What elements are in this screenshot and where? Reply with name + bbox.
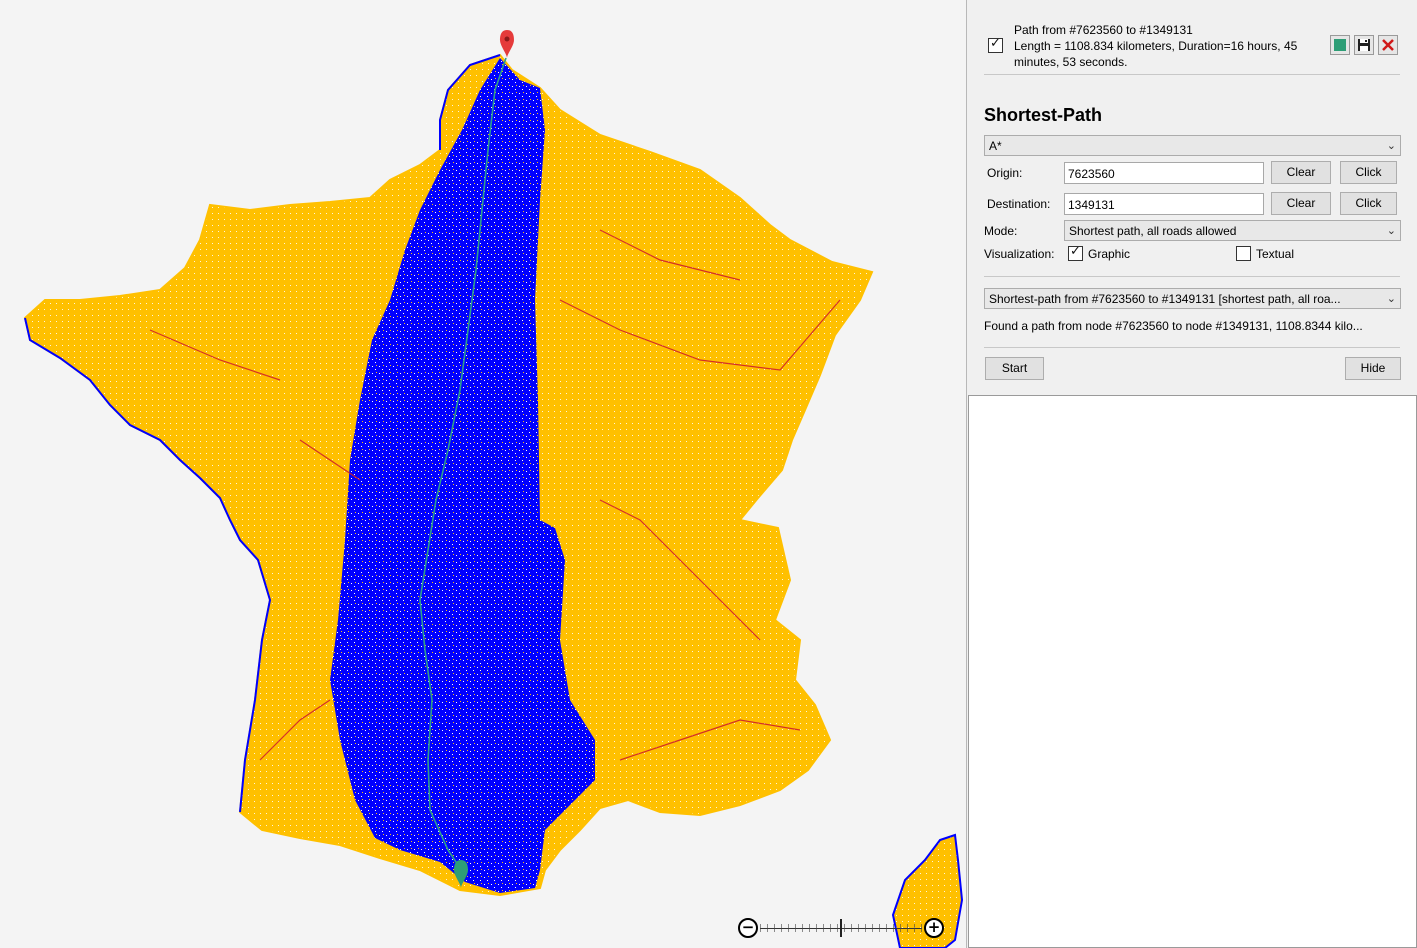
visualization-label: Visualization:	[984, 247, 1055, 261]
graphic-checkbox[interactable]: ✓	[1068, 244, 1083, 261]
mode-select[interactable]: Shortest path, all roads allowed ⌄	[1064, 220, 1401, 241]
origin-click-button[interactable]: Click	[1340, 161, 1397, 184]
textual-checkbox[interactable]	[1236, 246, 1251, 261]
algorithm-select-value: A*	[989, 139, 1002, 153]
origin-marker-icon[interactable]	[500, 30, 514, 58]
map-view[interactable]: − +	[0, 0, 967, 948]
mode-label: Mode:	[984, 224, 1018, 238]
checkmark-icon: ✓	[990, 36, 1001, 51]
chevron-down-icon: ⌄	[1386, 292, 1396, 305]
start-button[interactable]: Start	[985, 357, 1044, 380]
zoom-slider[interactable]: − +	[738, 916, 946, 940]
hide-button[interactable]: Hide	[1345, 357, 1401, 380]
path-result-text: Path from #7623560 to #1349131 Length = …	[1014, 22, 1324, 70]
origin-label: Origin:	[987, 166, 1023, 180]
result-select-value: Shortest-path from #7623560 to #1349131 …	[989, 292, 1341, 306]
status-text: Found a path from node #7623560 to node …	[984, 319, 1363, 333]
path-color-button[interactable]	[1330, 35, 1350, 55]
destination-clear-button[interactable]: Clear	[1271, 192, 1331, 215]
path-save-button[interactable]	[1354, 35, 1374, 55]
graphic-label: Graphic	[1088, 247, 1131, 261]
destination-click-button[interactable]: Click	[1340, 192, 1397, 215]
path-visible-checkbox[interactable]: ✓	[988, 36, 1003, 53]
save-icon	[1358, 39, 1370, 51]
panel-title: Shortest-Path	[984, 105, 1103, 125]
zoom-in-icon[interactable]: +	[924, 918, 944, 938]
destination-label: Destination:	[987, 197, 1051, 211]
path-result-item: ✓ Path from #7623560 to #1349131 Length …	[968, 0, 1417, 76]
side-panel: ✓ Path from #7623560 to #1349131 Length …	[968, 0, 1417, 948]
separator	[984, 74, 1400, 75]
separator	[984, 276, 1400, 277]
mode-select-value: Shortest path, all roads allowed	[1069, 224, 1237, 238]
textual-output-area[interactable]	[968, 395, 1417, 948]
checkmark-icon: ✓	[1070, 244, 1081, 259]
path-result-line2: Length = 1108.834 kilometers, Duration=1…	[1014, 39, 1298, 53]
chevron-down-icon: ⌄	[1386, 224, 1396, 237]
textual-label: Textual	[1256, 247, 1295, 261]
chevron-down-icon: ⌄	[1386, 139, 1396, 152]
result-select[interactable]: Shortest-path from #7623560 to #1349131 …	[984, 288, 1401, 309]
path-result-line3: minutes, 53 seconds.	[1014, 55, 1128, 69]
france-road-map[interactable]	[0, 0, 967, 948]
destination-input[interactable]	[1064, 193, 1264, 215]
zoom-thumb[interactable]	[840, 919, 842, 937]
separator	[984, 347, 1400, 348]
color-swatch-icon	[1334, 39, 1346, 51]
zoom-out-icon[interactable]: −	[738, 918, 758, 938]
origin-clear-button[interactable]: Clear	[1271, 161, 1331, 184]
delete-icon	[1382, 39, 1394, 51]
algorithm-select[interactable]: A* ⌄	[984, 135, 1401, 156]
path-result-line1: Path from #7623560 to #1349131	[1014, 23, 1193, 37]
path-delete-button[interactable]	[1378, 35, 1398, 55]
origin-input[interactable]	[1064, 162, 1264, 184]
